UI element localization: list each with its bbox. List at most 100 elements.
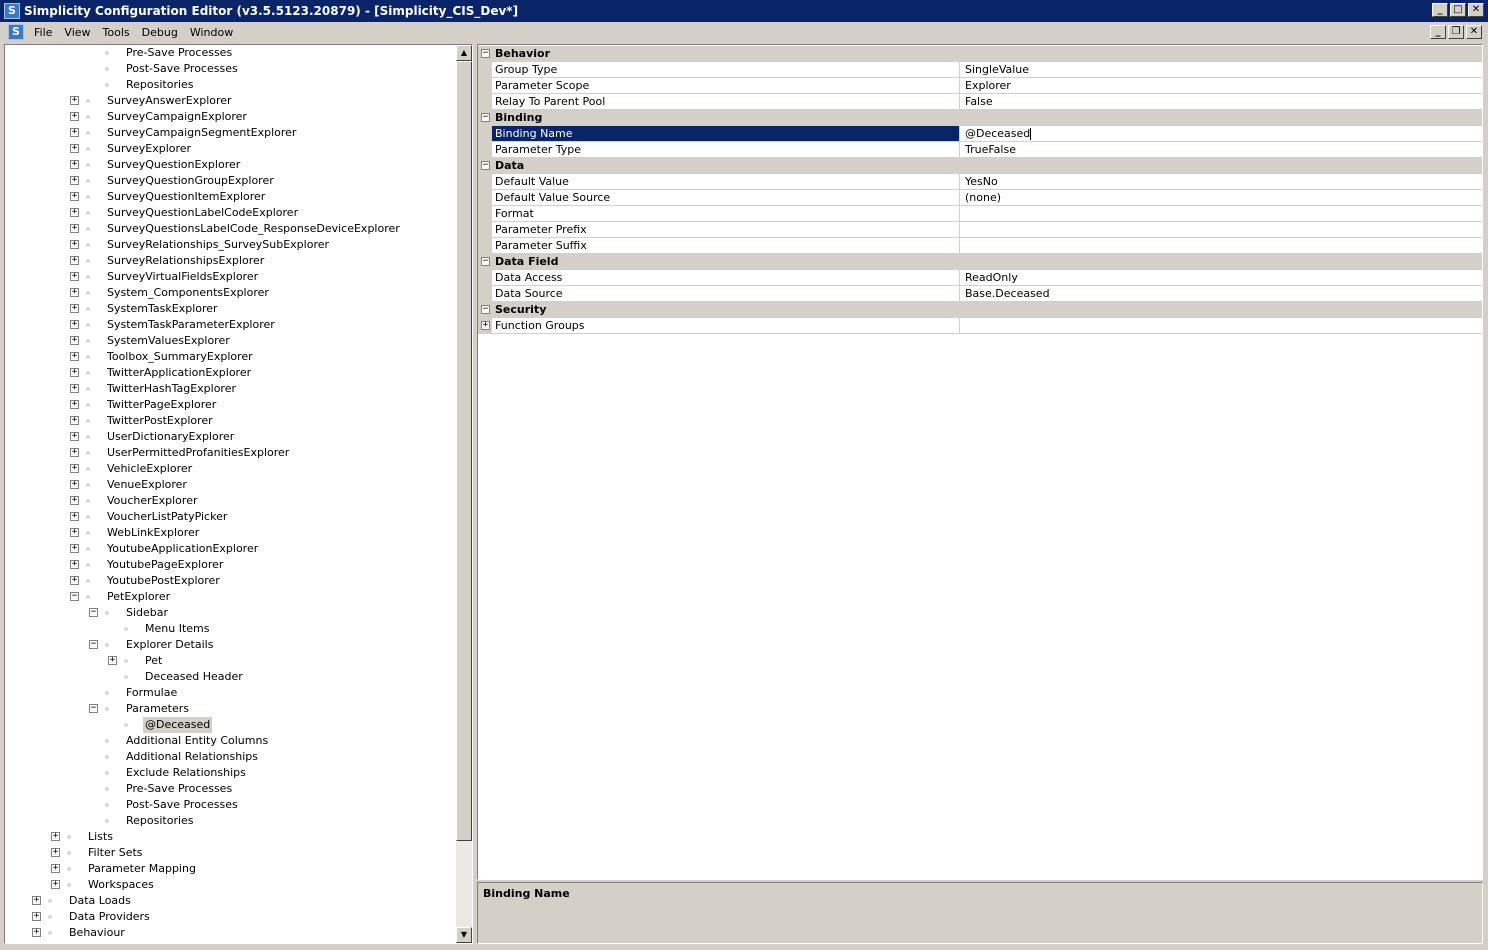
property-name[interactable]: Default Value Source [492,190,959,205]
scrollbar-thumb[interactable] [456,61,472,841]
tree-item[interactable]: + TwitterPageExplorer [5,397,455,413]
expand-plus-icon[interactable]: + [70,176,79,185]
tree-item[interactable]: + SystemTaskExplorer [5,301,455,317]
expand-plus-icon[interactable]: + [70,208,79,217]
collapse-minus-icon[interactable]: − [481,113,490,122]
tree-item[interactable]: Menu Items [5,621,455,637]
tree-item-label[interactable]: Sidebar [124,605,170,621]
configuration-tree[interactable]: Pre-Save Processes Post-Save Processes Rep… [4,44,473,944]
tree-item[interactable]: + SurveyQuestionGroupExplorer [5,173,455,189]
tree-item[interactable]: + SurveyVirtualFieldsExplorer [5,269,455,285]
tree-item[interactable]: + SurveyQuestionLabelCodeExplorer [5,205,455,221]
tree-item-label[interactable]: Repositories [124,813,196,829]
property-value[interactable]: Base.Deceased [959,286,1482,301]
tree-item-label[interactable]: SurveyQuestionLabelCodeExplorer [105,205,300,221]
tree-item-label[interactable]: @Deceased [143,717,213,733]
tree-item[interactable]: + SurveyQuestionItemExplorer [5,189,455,205]
collapse-minus-icon[interactable]: − [481,305,490,314]
document-minimize-button[interactable]: _ [1430,25,1446,39]
property-value[interactable] [959,238,1482,253]
tree-item-label[interactable]: VoucherListPatyPicker [105,509,229,525]
document-icon[interactable]: S [8,24,24,40]
property-value[interactable] [959,318,1482,333]
tree-item-label[interactable]: Parameter Mapping [86,861,198,877]
property-value-editor[interactable]: @Deceased [959,126,1482,141]
menu-file[interactable]: File [28,26,58,39]
property-category[interactable]: − Behavior [478,46,1482,62]
expand-plus-icon[interactable]: + [32,896,41,905]
property-row[interactable]: + Function Groups [478,318,1482,334]
tree-item-label[interactable]: SurveyVirtualFieldsExplorer [105,269,260,285]
expand-plus-icon[interactable]: + [70,512,79,521]
tree-item-label[interactable]: System_ComponentsExplorer [105,285,271,301]
tree-item[interactable]: + YoutubeApplicationExplorer [5,541,455,557]
tree-item[interactable]: + SurveyCampaignSegmentExplorer [5,125,455,141]
tree-item-label[interactable]: SystemTaskParameterExplorer [105,317,277,333]
tree-item[interactable]: + Workspaces [5,877,455,893]
property-row[interactable]: Format [478,206,1482,222]
app-icon[interactable]: S [4,3,20,19]
tree-item[interactable]: + System_ComponentsExplorer [5,285,455,301]
tree-item[interactable]: + TwitterApplicationExplorer [5,365,455,381]
expand-plus-icon[interactable]: + [70,560,79,569]
tree-item[interactable]: Formulae [5,685,455,701]
expand-plus-icon[interactable]: + [70,240,79,249]
property-value[interactable]: ReadOnly [959,270,1482,285]
property-row[interactable]: Binding Name @Deceased [478,126,1482,142]
tree-item-label[interactable]: UserPermittedProfanitiesExplorer [105,445,291,461]
collapse-minus-icon[interactable]: − [89,640,98,649]
expand-plus-icon[interactable]: + [32,912,41,921]
expand-plus-icon[interactable]: + [70,576,79,585]
tree-item-label[interactable]: PetExplorer [105,589,172,605]
tree-item-label[interactable]: YoutubeApplicationExplorer [105,541,260,557]
property-row[interactable]: Data Access ReadOnly [478,270,1482,286]
tree-item[interactable]: + Filter Sets [5,845,455,861]
property-name[interactable]: Binding Name [492,126,959,141]
expand-plus-icon[interactable]: + [70,464,79,473]
property-name[interactable]: Format [492,206,959,221]
tree-item-label[interactable]: Filter Sets [86,845,145,861]
tree-item[interactable]: − PetExplorer [5,589,455,605]
tree-scrollbar[interactable]: ▲ ▼ [456,45,472,943]
tree-item-label[interactable]: Exclude Relationships [124,765,248,781]
collapse-minus-icon[interactable]: − [481,49,490,58]
property-row[interactable]: Default Value YesNo [478,174,1482,190]
tree-item[interactable]: + Behaviour [5,925,455,941]
tree-item[interactable]: + Parameter Mapping [5,861,455,877]
property-row[interactable]: Relay To Parent Pool False [478,94,1482,110]
tree-item-label[interactable]: SurveyQuestionItemExplorer [105,189,267,205]
tree-item[interactable]: @Deceased [5,717,455,733]
property-value[interactable] [959,222,1482,237]
collapse-minus-icon[interactable]: − [481,257,490,266]
tree-item[interactable]: + VenueExplorer [5,477,455,493]
tree-item-label[interactable]: Additional Entity Columns [124,733,270,749]
property-category[interactable]: − Security [478,302,1482,318]
minimize-button[interactable]: _ [1432,3,1448,17]
expand-plus-icon[interactable]: + [70,480,79,489]
tree-item[interactable]: + Data Providers [5,909,455,925]
tree-item-label[interactable]: WebLinkExplorer [105,525,201,541]
property-value[interactable]: False [959,94,1482,109]
collapse-minus-icon[interactable]: − [89,608,98,617]
property-row[interactable]: Data Source Base.Deceased [478,286,1482,302]
expand-plus-icon[interactable]: + [70,288,79,297]
expand-plus-icon[interactable]: + [51,880,60,889]
tree-item-label[interactable]: VoucherExplorer [105,493,199,509]
tree-item-label[interactable]: SurveyCampaignSegmentExplorer [105,125,298,141]
tree-item-label[interactable]: TwitterApplicationExplorer [105,365,253,381]
property-category[interactable]: − Data [478,158,1482,174]
property-name[interactable]: Data Source [492,286,959,301]
tree-item[interactable]: + SurveyRelationships_SurveySubExplorer [5,237,455,253]
tree-item[interactable]: + SurveyAnswerExplorer [5,93,455,109]
tree-item-label[interactable]: YoutubePostExplorer [105,573,222,589]
expand-plus-icon[interactable]: + [70,320,79,329]
tree-item-label[interactable]: Post-Save Processes [124,61,240,77]
tree-item-label[interactable]: Additional Relationships [124,749,260,765]
expand-plus-icon[interactable]: + [70,384,79,393]
tree-item-label[interactable]: TwitterPageExplorer [105,397,218,413]
tree-item[interactable]: + Toolbox_SummaryExplorer [5,349,455,365]
property-row[interactable]: Default Value Source (none) [478,190,1482,206]
tree-item[interactable]: Pre-Save Processes [5,781,455,797]
scroll-up-arrow-icon[interactable]: ▲ [456,45,472,61]
menu-view[interactable]: View [58,26,96,39]
